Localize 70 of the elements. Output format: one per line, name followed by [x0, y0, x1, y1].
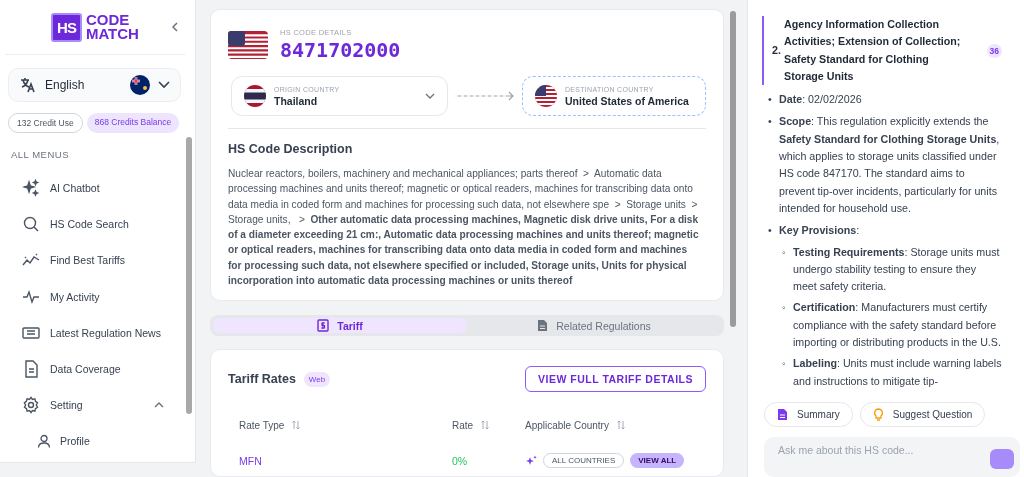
chevron-down-icon [158, 81, 170, 89]
menu-item[interactable]: Data Coverage [0, 350, 186, 388]
bullet-text: Scope: This regulation explicitly extends the Safety Standard for Clothing Storage Units, which applies to storage units classified under HS code 847170. The standard aims to prevent tip-over incidents, particularly for units intended for household use. [779, 114, 1001, 216]
menu-item[interactable]: Find Best Tariffs [0, 242, 186, 279]
bullet-marker: • [768, 92, 773, 108]
menu-item[interactable]: Setting [0, 387, 186, 424]
column-header[interactable]: Rate Type [239, 419, 285, 431]
bullet-marker: ◦ [782, 300, 787, 316]
source-badge: Web [303, 371, 331, 387]
search-icon [22, 215, 40, 234]
doc-icon [22, 360, 40, 379]
bullet-text: Certification: Manufacturers must certify compliance with the safety standard before importing or distributing products in the U.S. [793, 300, 1002, 351]
dollar-icon [317, 319, 330, 333]
chat-input[interactable]: Ask me about this HS code... [764, 437, 1020, 477]
scrollbar[interactable] [730, 11, 736, 327]
chevron-down-icon [425, 93, 435, 99]
bullet-text: Labeling: Units must include warning labels and instructions to mitigate tip- [793, 356, 1002, 389]
bullet-marker: • [768, 114, 773, 130]
bullet-marker: ◦ [782, 244, 787, 260]
logo-text: MATCH [85, 27, 139, 41]
scrollbar[interactable] [186, 137, 192, 414]
tab[interactable]: Related Regulations [467, 318, 721, 334]
flag-icon [535, 85, 557, 107]
logo-text: CODE [85, 13, 131, 27]
regulation-title[interactable]: Agency Information Collection Activities; Extension of Collection; Safety Standard for Clothing Storage Units [784, 16, 961, 86]
lightbulb-icon [872, 408, 884, 421]
suggestion-button[interactable]: Suggest Question [859, 402, 986, 427]
sort-icon[interactable] [616, 420, 625, 431]
hs-code-description: Nuclear reactors, boilers, machinery and mechanical appliances; parts thereof > Automatic data processing machines and units thereof; magnetic or optical readers, machines for transcribing data onto data media in coded form and machines for processing such data, not elsewhere spe > Storage units > Storage units, > Other automatic data processing machines, Magnetic disk drive units, For a disk of a diameter exceeding 21 cm:, Automatic data processing machines and units thereof; magnetic or optical readers, machines for transcribing data onto data media in coded form and machines for processing such data, not elsewhere specified or included, Storage units, Units for physical incorporation into automatic data processing machines or units thereof [228, 167, 700, 289]
column-header[interactable]: Applicable Country [525, 419, 609, 431]
bullet-text: Testing Requirements: Storage units must undergo stability testing to ensure they meet safety criteria. [793, 244, 1001, 295]
user-icon [37, 434, 51, 449]
credit-badge: 868 Credits Balance [86, 113, 180, 133]
language-selector[interactable]: English [8, 68, 181, 102]
menu-item[interactable]: Latest Regulation News [0, 314, 186, 351]
sort-icon[interactable] [481, 420, 490, 431]
sparkle-icon [22, 179, 40, 198]
suggestion-button[interactable]: Summary [764, 402, 853, 427]
flag-icon [244, 85, 266, 107]
menu-item[interactable]: AI Chatbot [0, 170, 186, 207]
table-cell-text: MFN [239, 454, 263, 467]
translate-icon [19, 76, 37, 94]
bullet-text: Date: 02/02/2026 [779, 92, 863, 108]
gear-icon [22, 396, 40, 415]
menu-item[interactable]: HS Code Search [0, 206, 186, 243]
bullet-marker: • [768, 223, 773, 239]
menu-heading: ALL MENUS [11, 149, 70, 160]
tab[interactable]: Tariff [213, 318, 467, 334]
document-icon [777, 408, 788, 421]
flag-icon [130, 75, 150, 95]
send-button[interactable] [990, 449, 1014, 469]
arrow-icon [454, 91, 516, 101]
collapse-icon[interactable] [171, 22, 179, 32]
bullet-marker: ◦ [782, 356, 787, 372]
view-tariff-button[interactable]: VIEW FULL TARIFF DETAILS [525, 366, 706, 393]
view-all-button[interactable]: VIEW ALL [630, 453, 685, 469]
document-icon [537, 319, 549, 333]
sort-icon[interactable] [292, 420, 301, 431]
flag-icon [228, 31, 268, 59]
hs-code: 8471702000 [280, 38, 401, 62]
section-title: HS Code Description [228, 142, 354, 156]
count-badge: 36 [986, 43, 1002, 58]
menu-item[interactable]: My Activity [0, 278, 186, 315]
bullet-text: Key Provisions: [779, 223, 861, 239]
menu-item[interactable]: Profile [0, 423, 186, 460]
sparkle-icon [525, 454, 537, 467]
section-title: Tariff Rates [228, 372, 296, 387]
logo-mark: HS [51, 12, 82, 42]
column-header[interactable]: Rate [452, 419, 474, 431]
table-cell-text: 0% [452, 454, 469, 467]
